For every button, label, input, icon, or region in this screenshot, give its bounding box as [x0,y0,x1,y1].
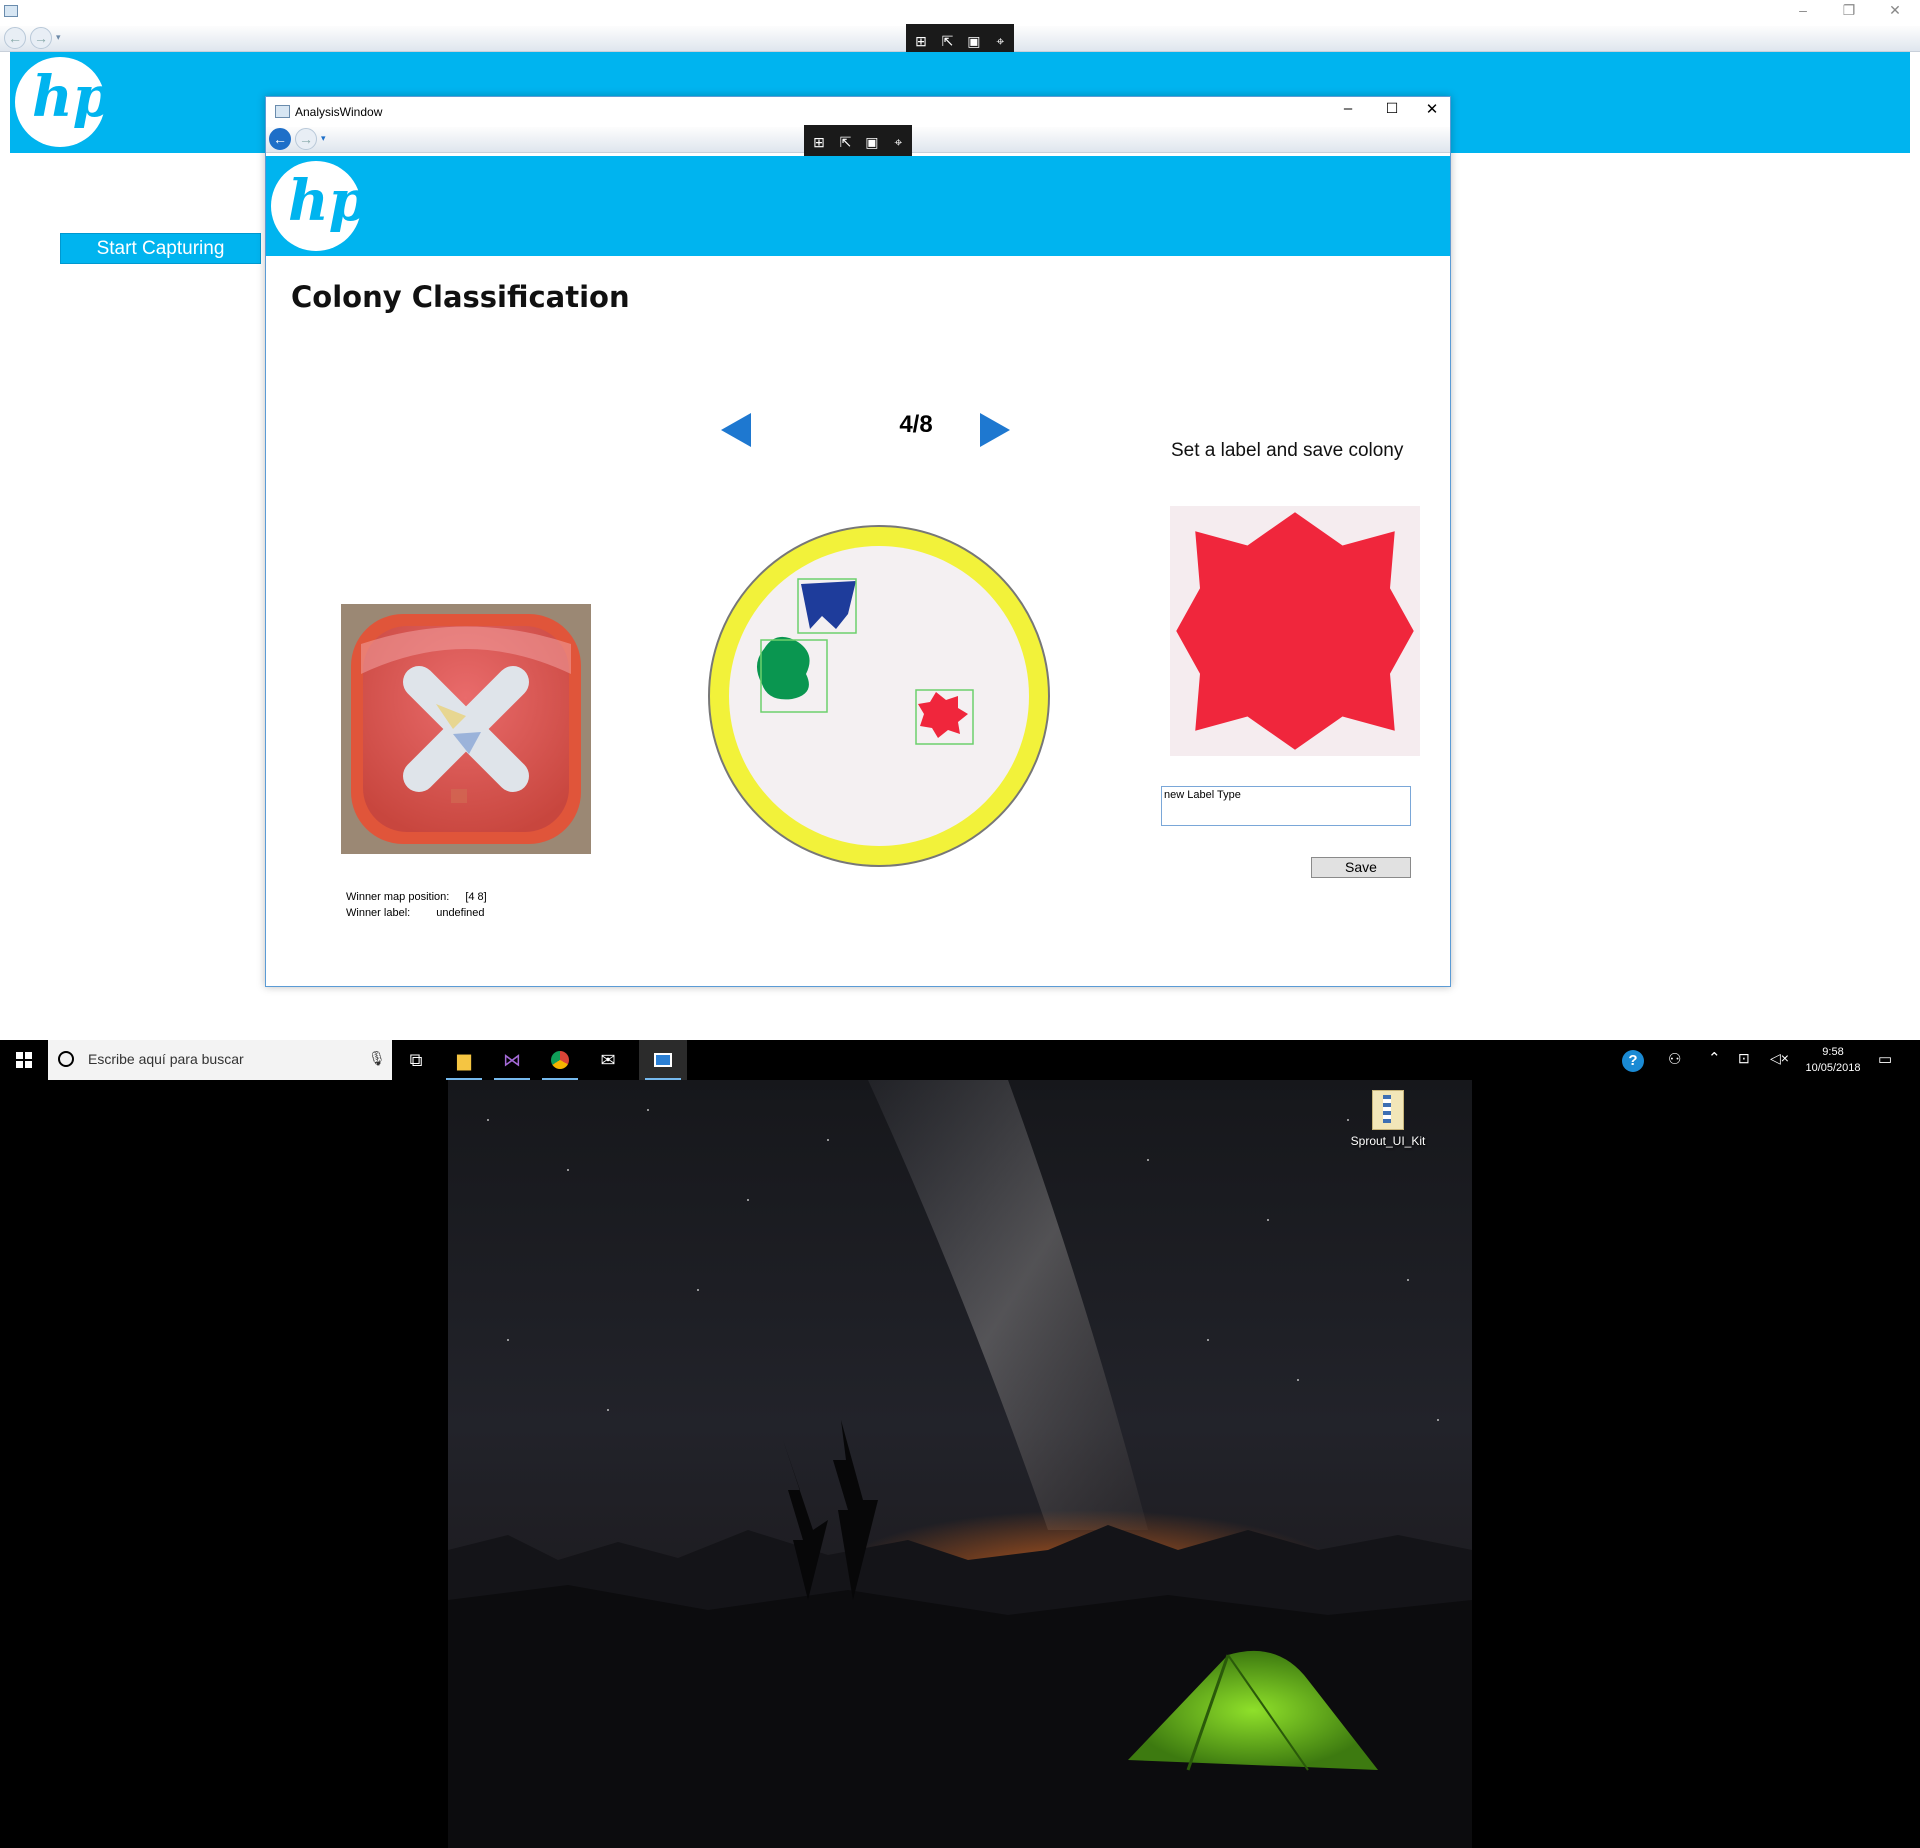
search-placeholder: Escribe aquí para buscar [88,1051,244,1067]
header-band: hp [266,156,1450,256]
winner-position-label: Winner map position: [346,891,450,903]
selected-colony-image [1170,506,1420,756]
mail-icon[interactable]: ✉ [584,1040,632,1080]
nav-dropdown-icon[interactable]: ▾ [321,133,326,144]
app-icon [4,5,18,17]
windows-logo-icon [16,1052,32,1068]
label-input-value: new Label Type [1164,789,1241,801]
select-element-icon[interactable]: ⇱ [936,30,958,52]
page-counter: 4/8 [899,411,933,438]
desktop-icon-label: Sprout_UI_Kit [1350,1134,1426,1148]
hp-logo-text: hp [32,64,112,130]
close-button[interactable]: ✕ [1410,100,1454,122]
winner-position-value: [4 8] [465,891,487,903]
analysis-window: AnalysisWindow – ☐ ✕ ← → ▾ ⊞ ⇱ ▣ ⌖ hp Co… [265,96,1451,987]
chrome-icon[interactable] [536,1040,584,1080]
winner-label-label: Winner label: [346,907,411,919]
network-icon[interactable]: ⊡ [1738,1050,1750,1067]
save-button[interactable]: Save [1311,857,1411,878]
close-button[interactable]: ✕ [1872,0,1918,22]
cortana-icon [58,1051,74,1067]
selected-colony-svg [1170,506,1420,756]
restore-button[interactable]: ❐ [1826,0,1872,22]
hp-logo-text: hp [288,168,368,234]
hp-logo: hp [10,52,112,152]
main-title-bar: – ❐ ✕ [0,0,1920,26]
clock[interactable]: 9:58 10/05/2018 [1795,1044,1871,1076]
action-center-icon[interactable]: ▭ [1878,1050,1892,1068]
nav-dropdown-icon[interactable]: ▾ [56,32,61,43]
display-adorners-icon[interactable]: ▣ [963,30,985,52]
back-arrow-icon: ← [8,30,22,46]
back-button[interactable]: ← [269,128,291,150]
hp-logo: hp [266,156,368,256]
forward-button[interactable]: → [295,128,317,150]
display-adorners-icon[interactable]: ▣ [861,131,883,153]
select-element-icon[interactable]: ⇱ [834,131,856,153]
petri-dish-svg [708,525,1050,867]
folder-zip-icon [1372,1090,1404,1130]
file-explorer-icon[interactable]: ▆ [440,1040,488,1080]
taskbar: Escribe aquí para buscar 🎙 ⧉ ▆ ⋈ ✉ ? ⚇ ⌃… [0,1040,1920,1080]
track-focus-icon[interactable]: ⌖ [887,131,909,153]
task-view-icon[interactable]: ⧉ [392,1040,440,1080]
track-focus-icon[interactable]: ⌖ [989,30,1011,52]
clock-date: 10/05/2018 [1805,1062,1861,1074]
next-arrow-button[interactable] [980,413,1010,447]
minimize-button[interactable]: – [1780,0,1826,22]
help-icon[interactable]: ? [1622,1050,1644,1072]
people-icon[interactable]: ⚇ [1668,1050,1681,1068]
petri-dish-image [706,524,1052,870]
microphone-icon[interactable]: 🎙 [368,1050,386,1067]
analysis-app-icon[interactable] [639,1040,687,1080]
analysis-title-bar: AnalysisWindow – ☐ ✕ [266,97,1450,127]
chevron-up-icon[interactable]: ⌃ [1708,1049,1721,1067]
live-tree-icon[interactable]: ⊞ [910,30,932,52]
start-capturing-button[interactable]: Start Capturing [60,233,261,264]
live-tree-icon[interactable]: ⊞ [808,131,830,153]
desktop-icon-sprout-ui-kit[interactable]: Sprout_UI_Kit [1328,1090,1448,1148]
desktop-wallpaper: Sprout_UI_Kit [448,1080,1472,1848]
minimize-button[interactable]: – [1326,100,1370,122]
label-input[interactable]: new Label Type [1161,786,1411,826]
window-title: AnalysisWindow [295,105,383,119]
start-button[interactable] [0,1040,48,1080]
previous-arrow-button[interactable] [721,413,751,447]
winner-error-icon [341,604,591,854]
label-panel-heading: Set a label and save colony [1171,440,1404,461]
window-icon [275,105,290,118]
winner-label-value: undefined [436,907,485,919]
maximize-button[interactable]: ☐ [1370,100,1414,122]
forward-button[interactable]: → [30,27,52,49]
wallpaper-svg [448,1080,1472,1848]
page-title: Colony Classification [291,280,630,314]
forward-arrow-icon: → [34,30,48,46]
back-arrow-icon: ← [273,131,287,147]
search-box[interactable]: Escribe aquí para buscar 🎙 [48,1040,392,1080]
winner-colony-image [341,604,591,854]
volume-muted-icon[interactable]: ◁× [1770,1050,1789,1067]
clock-time: 9:58 [1822,1046,1844,1058]
winner-info: Winner map position: [4 8] Winner label: u… [346,889,487,921]
visual-studio-icon[interactable]: ⋈ [488,1040,536,1080]
forward-arrow-icon: → [299,131,313,147]
back-button[interactable]: ← [4,27,26,49]
